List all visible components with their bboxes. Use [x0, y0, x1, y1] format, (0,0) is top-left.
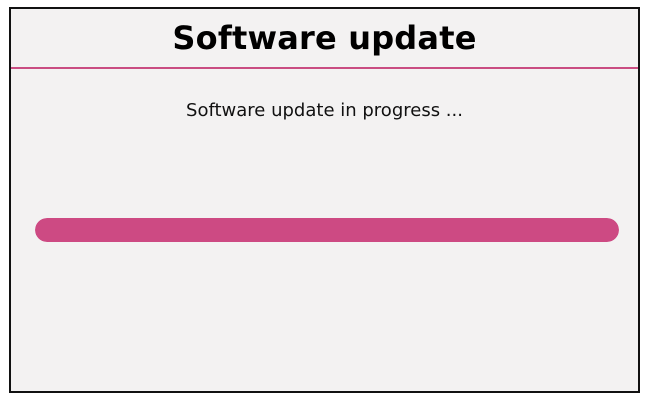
dialog-title: Software update	[172, 19, 477, 57]
software-update-dialog: Software update Software update in progr…	[9, 7, 640, 393]
dialog-header: Software update	[11, 9, 638, 69]
update-progress-fill	[35, 218, 619, 242]
update-progress-bar	[35, 218, 619, 242]
update-status-text: Software update in progress ...	[186, 100, 463, 121]
